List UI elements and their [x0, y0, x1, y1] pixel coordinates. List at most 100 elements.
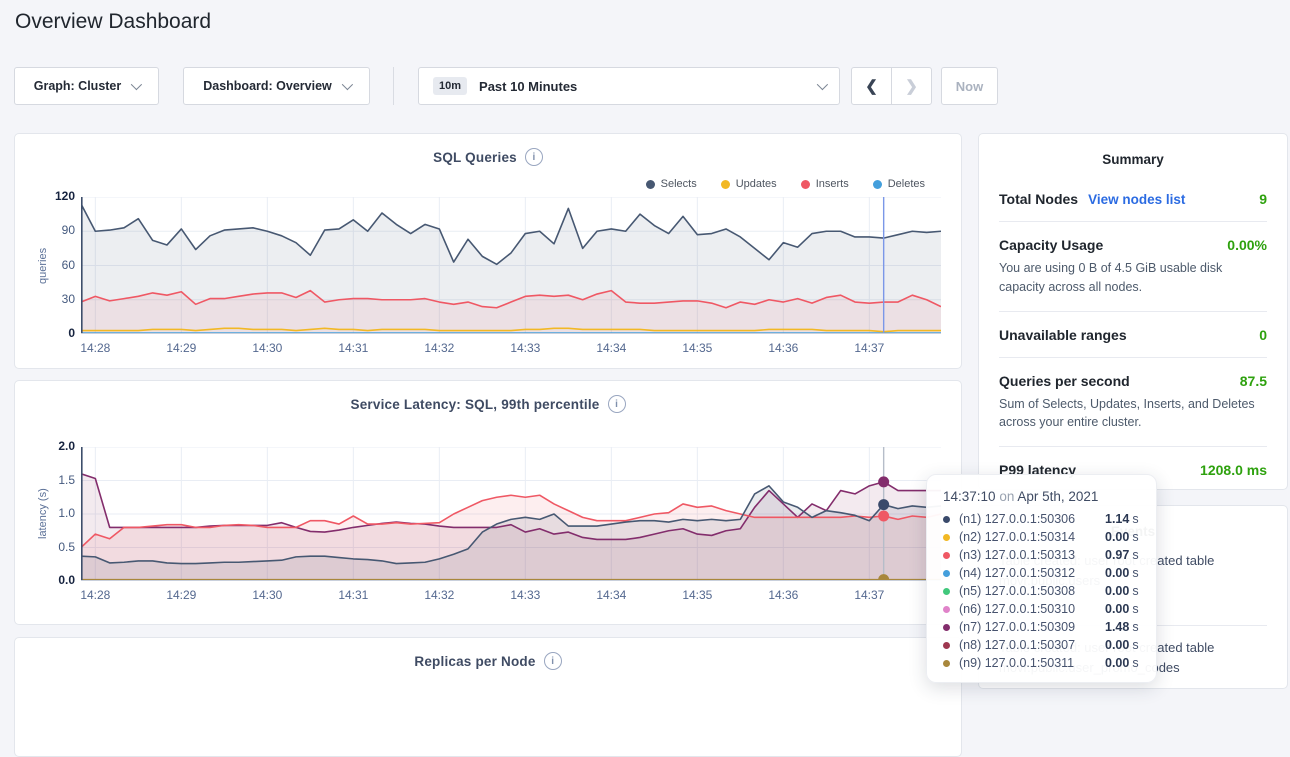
latency-unit: s — [1132, 512, 1138, 526]
chevron-down-icon — [342, 79, 353, 90]
latency-unit: s — [1132, 602, 1138, 616]
x-tick-label: 14:31 — [321, 588, 385, 602]
page-title: Overview Dashboard — [15, 10, 211, 34]
summary-label: Total Nodes — [999, 191, 1078, 207]
x-tick-label: 14:33 — [493, 588, 557, 602]
chevron-right-icon: ❯ — [905, 78, 918, 95]
dashboard-dropdown-label: Dashboard: Overview — [203, 79, 332, 93]
dashboard-dropdown[interactable]: Dashboard: Overview — [183, 67, 370, 105]
y-tick-label: 0.0 — [39, 573, 75, 587]
node-color-dot — [943, 606, 950, 613]
now-button[interactable]: Now — [941, 67, 998, 105]
view-nodes-list-link[interactable]: View nodes list — [1088, 192, 1185, 207]
x-tick-label: 14:29 — [149, 341, 213, 355]
node-address: (n7) 127.0.0.1:50309 — [959, 620, 1101, 634]
chart-legend: SelectsUpdatesInsertsDeletes — [646, 178, 925, 190]
legend-dot — [801, 180, 810, 189]
service-latency-chart[interactable] — [81, 447, 941, 581]
summary-value: 1208.0 ms — [1200, 462, 1267, 478]
summary-value: 87.5 — [1240, 373, 1267, 389]
y-tick-label: 30 — [39, 292, 75, 306]
x-tick-label: 14:33 — [493, 341, 557, 355]
sql-queries-card: SQL Queries i SelectsUpdatesInsertsDelet… — [14, 133, 962, 369]
y-tick-label: 0.5 — [39, 540, 75, 554]
node-color-dot — [943, 552, 950, 559]
latency-unit: s — [1132, 548, 1138, 562]
info-icon[interactable]: i — [544, 652, 562, 670]
node-latency-value: 1.14 — [1105, 512, 1129, 526]
x-tick-label: 14:34 — [579, 588, 643, 602]
y-tick-label: 0 — [39, 326, 75, 340]
y-tick-label: 1.5 — [39, 473, 75, 487]
time-range-picker[interactable]: 10m Past 10 Minutes — [418, 67, 840, 105]
x-tick-label: 14:35 — [665, 341, 729, 355]
x-tick-label: 14:37 — [837, 588, 901, 602]
y-tick-label: 90 — [39, 223, 75, 237]
x-tick-label: 14:28 — [63, 341, 127, 355]
x-tick-label: 14:30 — [235, 588, 299, 602]
x-tick-label: 14:37 — [837, 341, 901, 355]
summary-row-unavailable: Unavailable ranges 0 — [999, 312, 1267, 343]
summary-row-capacity: Capacity Usage 0.00% — [999, 222, 1267, 253]
node-latency-value: 0.00 — [1105, 584, 1129, 598]
latency-unit: s — [1132, 530, 1138, 544]
summary-value: 0 — [1259, 327, 1267, 343]
chevron-down-icon — [817, 79, 828, 90]
toolbar: Graph: Cluster Dashboard: Overview 10m P… — [0, 67, 1290, 105]
info-icon[interactable]: i — [608, 395, 626, 413]
legend-dot — [646, 180, 655, 189]
tooltip-header: 14:37:10 on Apr 5th, 2021 — [943, 489, 1140, 504]
x-tick-label: 14:35 — [665, 588, 729, 602]
tooltip-date: Apr 5th, 2021 — [1017, 489, 1098, 504]
latency-unit: s — [1132, 638, 1138, 652]
node-color-dot — [943, 642, 950, 649]
latency-tooltip: 14:37:10 on Apr 5th, 2021 (n1) 127.0.0.1… — [926, 474, 1157, 683]
legend-label: Updates — [736, 178, 777, 190]
summary-value: 0.00% — [1227, 237, 1267, 253]
node-color-dot — [943, 588, 950, 595]
graph-dropdown-label: Graph: Cluster — [34, 79, 122, 93]
sql-queries-chart[interactable] — [81, 197, 941, 334]
tooltip-row: (n5) 127.0.0.1:503080.00s — [943, 582, 1140, 600]
node-color-dot — [943, 534, 950, 541]
tooltip-rows: (n1) 127.0.0.1:503061.14s(n2) 127.0.0.1:… — [943, 510, 1140, 672]
time-next-button[interactable]: ❯ — [891, 67, 932, 105]
chart-title-row: SQL Queries i — [15, 148, 961, 166]
service-latency-card: Service Latency: SQL, 99th percentile i … — [14, 380, 962, 625]
tooltip-row: (n8) 127.0.0.1:503070.00s — [943, 636, 1140, 654]
node-latency-value: 0.00 — [1105, 656, 1129, 670]
time-range-label: Past 10 Minutes — [479, 79, 577, 94]
x-tick-label: 14:28 — [63, 588, 127, 602]
tooltip-time: 14:37:10 — [943, 489, 996, 504]
node-latency-value: 1.48 — [1105, 620, 1129, 634]
legend-item: Inserts — [801, 178, 849, 190]
tooltip-row: (n2) 127.0.0.1:503140.00s — [943, 528, 1140, 546]
chevron-left-icon: ❮ — [865, 78, 878, 95]
toolbar-divider — [393, 67, 394, 105]
chevron-down-icon — [131, 79, 142, 90]
time-range-badge: 10m — [433, 77, 467, 95]
chart-title: Replicas per Node — [414, 654, 535, 669]
graph-dropdown[interactable]: Graph: Cluster — [14, 67, 159, 105]
summary-label: Capacity Usage — [999, 237, 1103, 253]
node-address: (n3) 127.0.0.1:50313 — [959, 548, 1101, 562]
info-icon[interactable]: i — [525, 148, 543, 166]
x-tick-label: 14:36 — [751, 588, 815, 602]
y-tick-label: 120 — [39, 189, 75, 203]
time-prev-button[interactable]: ❮ — [851, 67, 892, 105]
x-tick-label: 14:29 — [149, 588, 213, 602]
tooltip-row: (n7) 127.0.0.1:50309 1.48s — [943, 618, 1140, 636]
latency-unit: s — [1132, 584, 1138, 598]
node-color-dot — [943, 570, 950, 577]
tooltip-row: (n6) 127.0.0.1:503100.00s — [943, 600, 1140, 618]
latency-unit: s — [1132, 620, 1138, 634]
summary-label: Unavailable ranges — [999, 327, 1127, 343]
summary-panel: Summary Total Nodes View nodes list 9 Ca… — [978, 133, 1288, 490]
node-latency-value: 0.97 — [1105, 548, 1129, 562]
summary-description: You are using 0 B of 4.5 GiB usable disk… — [999, 259, 1267, 297]
x-tick-label: 14:30 — [235, 341, 299, 355]
y-tick-label: 60 — [39, 258, 75, 272]
tooltip-row: (n1) 127.0.0.1:503061.14s — [943, 510, 1140, 528]
chart-title: SQL Queries — [433, 150, 517, 165]
summary-row-total-nodes: Total Nodes View nodes list 9 — [999, 167, 1267, 207]
